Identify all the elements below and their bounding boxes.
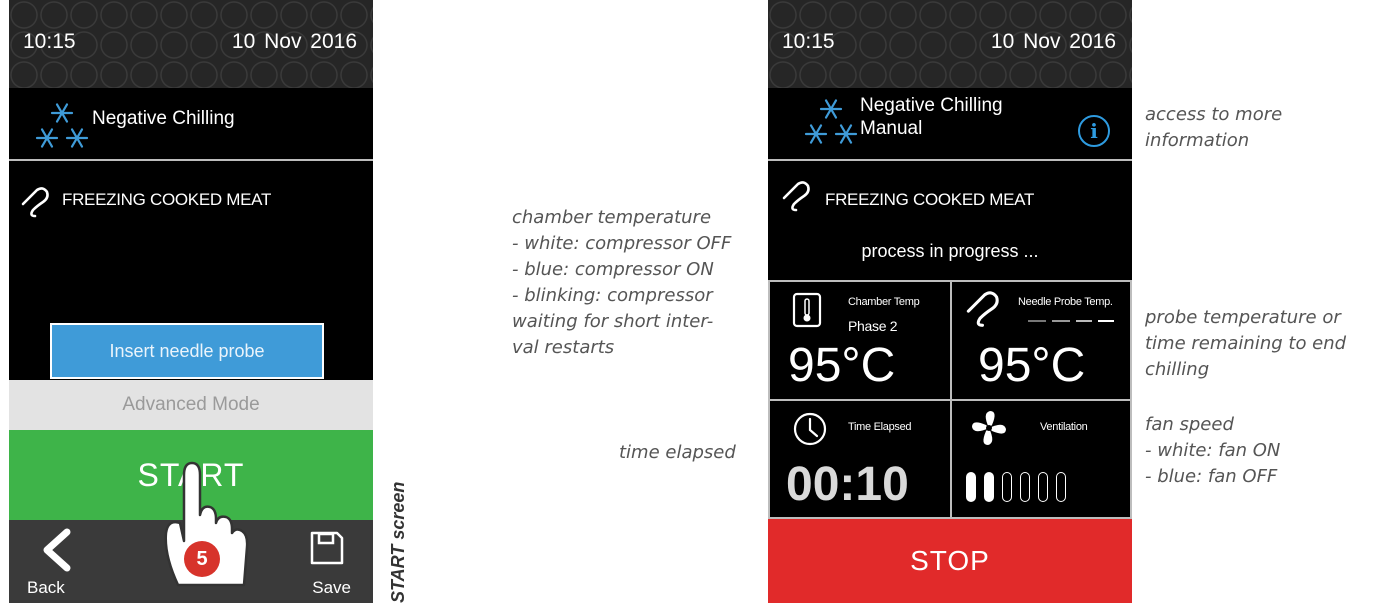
ventilation-label: Ventilation — [1040, 421, 1088, 433]
annotation-line: val restarts — [512, 337, 615, 358]
annotation-line: chamber temperature — [512, 207, 712, 228]
probe-annotation: probe temperature or time remaining to e… — [1145, 305, 1346, 383]
time-elapsed-cell[interactable]: Time Elapsed 00:10 — [768, 399, 952, 519]
annotation-line: - blue: compressor ON — [512, 259, 714, 280]
info-annotation: access to more information — [1145, 102, 1282, 154]
divider — [9, 159, 373, 161]
program-name: FREEZING COOKED MEAT — [825, 190, 1035, 209]
mode-title-block: Negative Chilling Manual — [860, 94, 1003, 140]
clock-date: 10 Nov 2016 — [990, 30, 1116, 53]
needle-probe-icon — [21, 187, 49, 218]
back-label[interactable]: Back — [27, 578, 65, 598]
insert-needle-probe-button[interactable]: Insert needle probe — [50, 323, 324, 379]
needle-probe-icon — [782, 181, 810, 212]
step-number-badge: 5 — [184, 541, 220, 577]
status-bar: 10:15 10 Nov 2016 — [768, 0, 1132, 88]
probe-temp-cell[interactable]: Needle Probe Temp. 95°C — [950, 280, 1132, 401]
snowflake-icon — [804, 99, 858, 144]
annotation-line: chilling — [1145, 359, 1210, 380]
fan-speed-bar — [966, 472, 976, 502]
stop-button[interactable]: STOP — [768, 519, 1132, 603]
program-name: FREEZING COOKED MEAT — [62, 190, 272, 209]
divider — [768, 159, 1132, 161]
status-bar: 10:15 10 Nov 2016 — [9, 0, 373, 88]
fan-speed-bar — [1002, 472, 1012, 502]
annotation-line: fan speed — [1145, 414, 1234, 435]
probe-temp-label: Needle Probe Temp. — [1018, 296, 1113, 308]
chamber-temp-value: 95°C — [788, 339, 896, 392]
clock-time: 10:15 — [23, 30, 76, 53]
annotation-line: - blue: fan OFF — [1145, 466, 1278, 487]
annotation-line: time remaining to end — [1145, 333, 1347, 354]
annotation-line: waiting for short inter- — [512, 311, 714, 332]
info-icon[interactable]: i — [1078, 115, 1110, 147]
mode-subtitle: Manual — [860, 118, 923, 139]
running-screen: 10:15 10 Nov 2016 Negative Chilling Manu… — [768, 0, 1132, 603]
annotation-line: - white: compressor OFF — [512, 233, 732, 254]
needle-probe-icon — [966, 291, 999, 327]
snowflake-icon — [35, 103, 89, 148]
mode-title: Negative Chilling — [92, 108, 235, 129]
annotation-line: - blinking: compressor — [512, 285, 713, 306]
annotation-line: access to more — [1145, 104, 1283, 125]
mode-title: Negative Chilling — [860, 95, 1003, 116]
start-screen: 10:15 10 Nov 2016 Negative Chilling FREE… — [9, 0, 373, 603]
clock-icon — [793, 412, 827, 446]
annotation-line: - white: fan ON — [1145, 440, 1281, 461]
annotation-line: probe temperature or — [1145, 307, 1341, 328]
clock-date: 10 Nov 2016 — [231, 30, 357, 53]
fan-speed-bar — [1038, 472, 1048, 502]
chamber-temp-label: Chamber Temp — [848, 296, 920, 308]
thermometer-icon — [792, 292, 822, 328]
time-elapsed-value: 00:10 — [786, 458, 909, 511]
save-label[interactable]: Save — [312, 578, 351, 598]
probe-progress-indicator — [1028, 320, 1114, 322]
time-elapsed-annotation: time elapsed — [619, 440, 736, 466]
fan-speed-annotation: fan speed - white: fan ON - blue: fan OF… — [1145, 412, 1280, 490]
fan-speed-bars — [966, 472, 1066, 502]
annotation-line: information — [1145, 130, 1250, 151]
probe-temp-value: 95°C — [978, 339, 1086, 392]
clock-time: 10:15 — [782, 30, 835, 53]
save-icon[interactable] — [309, 530, 345, 566]
fan-icon — [972, 411, 1006, 445]
start-screen-caption: START screen — [388, 481, 408, 603]
chamber-temp-cell[interactable]: Chamber Temp Phase 2 95°C — [768, 280, 952, 401]
chamber-temperature-annotation: chamber temperature - white: compressor … — [512, 205, 731, 361]
fan-speed-bar — [1020, 472, 1030, 502]
time-elapsed-label: Time Elapsed — [848, 421, 912, 433]
progress-status: process in progress ... — [861, 241, 1039, 261]
pointing-hand-icon — [164, 461, 249, 587]
fan-speed-bar — [1056, 472, 1066, 502]
back-icon[interactable] — [39, 528, 75, 572]
annotation-line: time elapsed — [619, 442, 736, 463]
fan-speed-bar — [984, 472, 994, 502]
advanced-mode-button[interactable]: Advanced Mode — [9, 380, 373, 430]
phase-label: Phase 2 — [848, 318, 898, 334]
